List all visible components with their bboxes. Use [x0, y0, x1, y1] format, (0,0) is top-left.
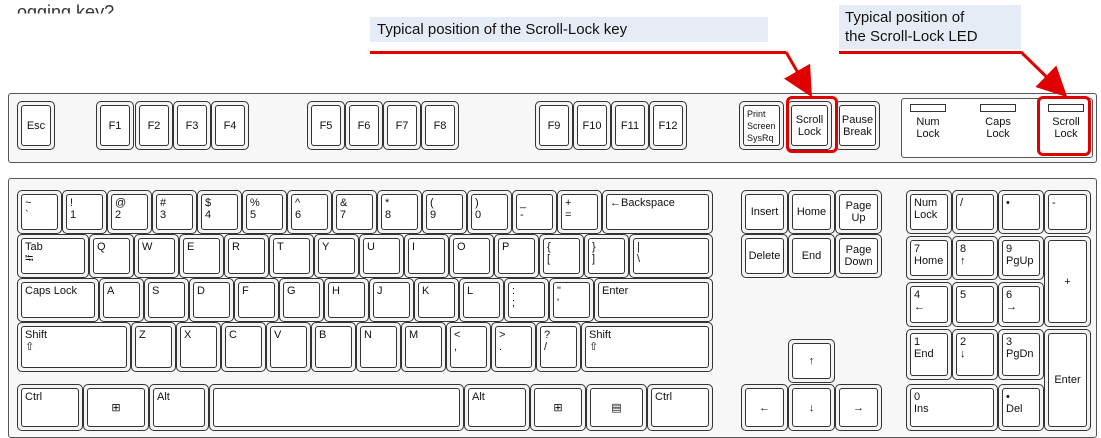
- callout-arrows: [784, 50, 1068, 98]
- arrow-to-scroll-lock-key: [784, 51, 812, 98]
- arrow-to-scroll-lock-led: [1019, 50, 1068, 98]
